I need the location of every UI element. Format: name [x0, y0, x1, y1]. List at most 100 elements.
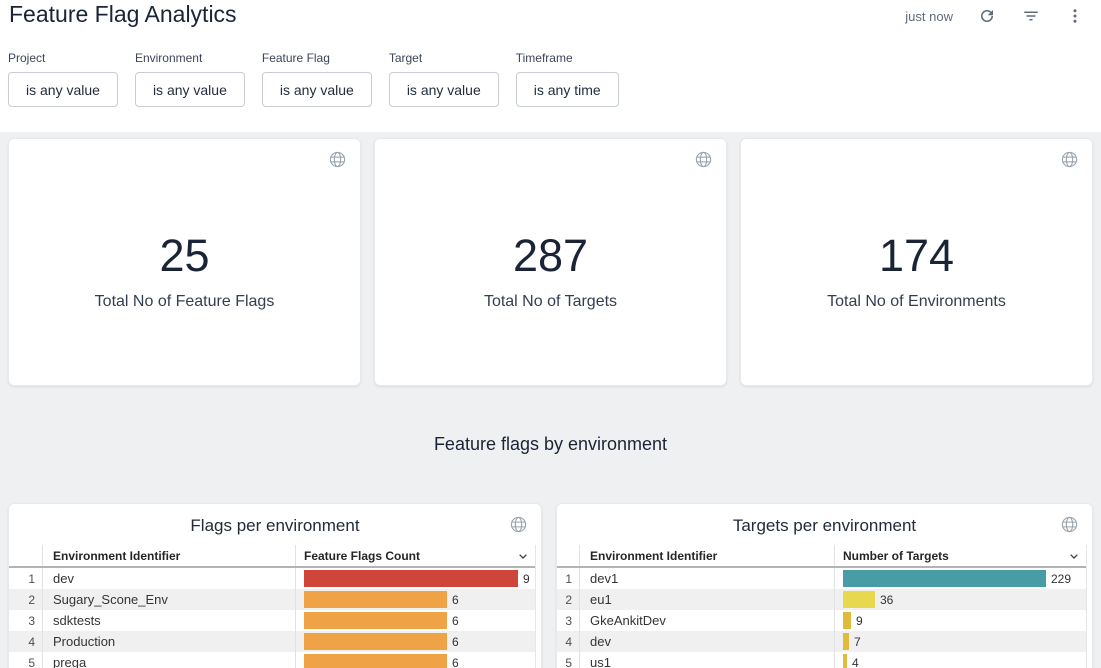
filter-label: Environment [135, 51, 245, 65]
bar-cell: 6 [295, 631, 535, 652]
stat-value: 287 [513, 231, 588, 281]
environment-identifier-cell: Sugary_Scone_Env [42, 589, 295, 610]
value-bar [304, 591, 447, 608]
column-header-dimension: Environment Identifier [579, 545, 834, 566]
column-header-measure: Number of Targets [834, 545, 1086, 566]
stat-value: 174 [879, 231, 954, 281]
row-number: 4 [9, 631, 42, 652]
table-header-row: Environment Identifier Number of Targets [557, 545, 1086, 568]
environment-identifier-cell: Production [42, 631, 295, 652]
filter-label: Timeframe [516, 51, 619, 65]
table-row[interactable]: 3sdktests6 [9, 610, 535, 631]
table-row[interactable]: 1dev1229 [557, 568, 1086, 589]
table-row[interactable]: 3GkeAnkitDev 9 [557, 610, 1086, 631]
table-row[interactable]: 2Sugary_Scone_Env6 [9, 589, 535, 610]
chevron-down-icon[interactable] [515, 548, 531, 564]
value-bar [304, 570, 518, 587]
table-row[interactable]: 4Production 6 [9, 631, 535, 652]
flags-table: Environment Identifier Feature Flags Cou… [9, 545, 536, 668]
environment-identifier-cell: GkeAnkitDev [579, 610, 834, 631]
stat-value: 25 [159, 231, 209, 281]
table-row[interactable]: 2eu1 36 [557, 589, 1086, 610]
dashboard-area: 25 Total No of Feature Flags 287 Total N… [0, 132, 1101, 668]
globe-icon[interactable] [694, 150, 713, 169]
chevron-down-icon[interactable] [1066, 548, 1082, 564]
table-title: Targets per environment [557, 504, 1092, 545]
bar-value-label: 9 [856, 614, 863, 628]
filter-bar: Project is any value Environment is any … [8, 51, 619, 107]
globe-icon[interactable] [328, 150, 347, 169]
filter-project-button[interactable]: is any value [8, 72, 118, 107]
row-number: 3 [9, 610, 42, 631]
value-bar [304, 633, 447, 650]
bar-value-label: 6 [452, 656, 459, 668]
filter-environment: Environment is any value [135, 51, 245, 107]
stat-card-environments: 174 Total No of Environments [740, 138, 1093, 386]
bar-value-label: 6 [452, 635, 459, 649]
table-body: 1dev92Sugary_Scone_Env63sdktests64Produc… [9, 568, 535, 668]
filter-environment-button[interactable]: is any value [135, 72, 245, 107]
value-bar [843, 570, 1046, 587]
column-header-measure-label: Feature Flags Count [304, 549, 420, 563]
globe-icon[interactable] [1060, 515, 1079, 534]
bar-value-label: 7 [854, 635, 861, 649]
value-bar [843, 612, 851, 629]
column-header-measure: Feature Flags Count [295, 545, 535, 566]
bar-value-label: 36 [880, 593, 893, 607]
value-bar [843, 633, 849, 650]
filter-target-button[interactable]: is any value [389, 72, 499, 107]
environment-identifier-cell: eu1 [579, 589, 834, 610]
kebab-menu-icon[interactable] [1065, 6, 1085, 26]
table-row[interactable]: 5prega 6 [9, 652, 535, 668]
column-header-measure-label: Number of Targets [843, 549, 949, 563]
bar-value-label: 6 [452, 593, 459, 607]
bar-value-label: 229 [1051, 572, 1071, 586]
environment-identifier-cell: dev [579, 631, 834, 652]
filter-icon[interactable] [1021, 6, 1041, 26]
row-number: 2 [557, 589, 579, 610]
stat-label: Total No of Environments [827, 293, 1006, 311]
value-bar [304, 612, 447, 629]
value-bar [843, 591, 875, 608]
stat-label: Total No of Feature Flags [95, 293, 275, 311]
row-number: 1 [9, 568, 42, 589]
environment-identifier-cell: dev [42, 568, 295, 589]
bar-cell: 9 [295, 568, 535, 589]
table-row[interactable]: 5us14 [557, 652, 1086, 668]
bar-value-label: 6 [452, 614, 459, 628]
environment-identifier-cell: prega [42, 652, 295, 668]
globe-icon[interactable] [1060, 150, 1079, 169]
targets-table: Environment Identifier Number of Targets… [557, 545, 1087, 668]
last-refresh-text: just now [905, 9, 953, 24]
bar-value-label: 9 [523, 572, 530, 586]
environment-identifier-cell: dev1 [579, 568, 834, 589]
table-row[interactable]: 1dev 9 [9, 568, 535, 589]
section-title: Feature flags by environment [0, 432, 1101, 456]
stat-card-feature-flags: 25 Total No of Feature Flags [8, 138, 361, 386]
refresh-icon[interactable] [977, 6, 997, 26]
stat-card-row: 25 Total No of Feature Flags 287 Total N… [8, 138, 1093, 386]
globe-icon[interactable] [509, 515, 528, 534]
filter-label: Target [389, 51, 499, 65]
bar-cell: 6 [295, 652, 535, 668]
row-number: 3 [557, 610, 579, 631]
filter-target: Target is any value [389, 51, 499, 107]
bar-cell: 6 [295, 589, 535, 610]
filter-label: Project [8, 51, 118, 65]
bar-cell: 6 [295, 610, 535, 631]
row-number: 5 [557, 652, 579, 668]
column-header-dimension: Environment Identifier [42, 545, 295, 566]
filter-feature-flag: Feature Flag is any value [262, 51, 372, 107]
value-bar [843, 654, 847, 668]
environment-identifier-cell: us1 [579, 652, 834, 668]
filter-timeframe-button[interactable]: is any time [516, 72, 619, 107]
table-row[interactable]: 4dev7 [557, 631, 1086, 652]
row-number-header [557, 545, 579, 566]
table-card-row: Flags per environment Environment Identi… [8, 503, 1093, 668]
filter-feature-flag-button[interactable]: is any value [262, 72, 372, 107]
filter-project: Project is any value [8, 51, 118, 107]
row-number: 5 [9, 652, 42, 668]
table-title: Flags per environment [9, 504, 541, 545]
header-controls: just now [905, 6, 1085, 26]
bar-cell: 229 [834, 568, 1086, 589]
